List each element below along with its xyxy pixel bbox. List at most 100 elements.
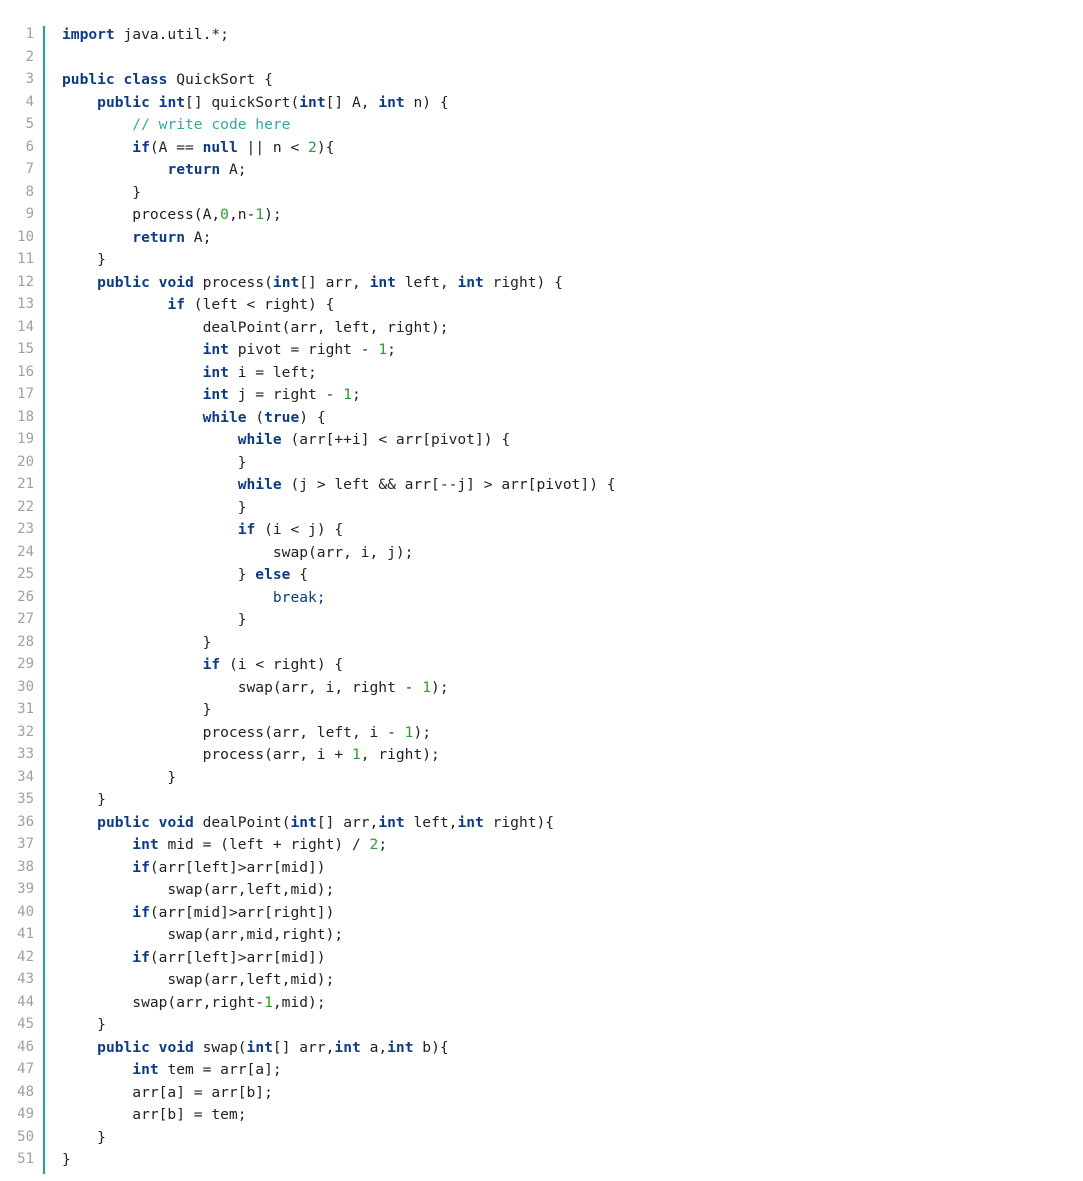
line-number: 34	[17, 768, 34, 785]
code-line: if(arr[left]>arr[mid])	[132, 858, 326, 876]
code-line: int mid = (left + right) / 2;	[132, 836, 388, 853]
line-number: 20	[17, 453, 34, 470]
line-number: 21	[17, 476, 34, 492]
line-number: 15	[17, 341, 34, 357]
line-number: 46	[17, 1038, 34, 1055]
code-line: return A;	[167, 161, 247, 178]
code-line: process(arr, left, i - 1);	[62, 723, 432, 741]
line-number: 39	[17, 881, 34, 897]
code-line: }	[62, 611, 247, 628]
line-number: 6	[25, 138, 34, 155]
code-line: }	[62, 1128, 106, 1146]
line-number: 28	[17, 633, 34, 650]
line-number: 44	[17, 993, 34, 1010]
line-number: 37	[17, 836, 34, 852]
line-number: 11	[17, 251, 34, 267]
code-line: // write code here	[132, 116, 291, 133]
code-line: public int[] quickSort(int[] A, int n) {	[97, 93, 449, 111]
code-line: arr[a] = arr[b];	[62, 1083, 273, 1101]
line-number: 41	[17, 926, 34, 942]
line-number: 27	[17, 611, 34, 627]
code-line: } else {	[62, 566, 309, 583]
code-line: int pivot = right - 1;	[202, 341, 396, 358]
line-number: 36	[17, 813, 34, 830]
code-line: process(A,0,n-1);	[62, 206, 282, 223]
line-number: 24	[17, 543, 34, 560]
line-number: 10	[17, 228, 34, 245]
code-line: }	[62, 251, 106, 268]
code-line: }	[62, 791, 106, 808]
line-number: 25	[17, 566, 34, 582]
line-number: 4	[25, 93, 34, 110]
code-line: public void dealPoint(int[] arr,int left…	[97, 813, 555, 831]
code-line: swap(arr,left,mid);	[62, 881, 335, 898]
line-number: 5	[25, 116, 34, 132]
code-line: }	[62, 633, 212, 651]
line-number: 45	[17, 1016, 34, 1032]
code-line: while (arr[++i] < arr[pivot]) {	[237, 431, 511, 448]
line-number-gutter: 1 2 3 4 5 6 7 8 9 10 11 12 13 14 15 16 17 18 19 20 21 22 23 24 2…	[0, 26, 45, 1174]
line-number: 1	[25, 26, 34, 42]
code-line: if(arr[left]>arr[mid])	[132, 948, 326, 966]
code-line: dealPoint(arr, left, right);	[62, 318, 449, 336]
code-line: if (i < right) {	[202, 656, 344, 673]
code-editor[interactable]: 1 2 3 4 5 6 7 8 9 10 11 12 13 14 15 16 17 18 19 20 21 22 23 24 2…	[0, 26, 616, 1174]
line-number: 16	[17, 363, 34, 380]
code-line: if(A == null || n < 2){	[132, 138, 335, 156]
code-line: swap(arr, i, right - 1);	[62, 678, 449, 696]
code-line: }	[62, 453, 247, 471]
code-line: process(arr, i + 1, right);	[62, 746, 440, 763]
code-line: if (i < j) {	[237, 521, 344, 538]
line-number: 8	[25, 183, 34, 200]
code-line: while (j > left && arr[--j] > arr[pivot]…	[237, 476, 616, 493]
line-number: 35	[17, 791, 34, 807]
line-number: 48	[17, 1083, 34, 1100]
code-line: if(arr[mid]>arr[right])	[132, 903, 335, 921]
line-number: 31	[17, 701, 34, 717]
code-line: }	[62, 768, 177, 786]
line-number: 9	[25, 206, 34, 222]
code-line: }	[62, 183, 142, 201]
line-number: 38	[17, 858, 34, 875]
code-line: swap(arr,left,mid);	[62, 971, 335, 988]
line-number: 51	[17, 1151, 34, 1167]
code-line: int i = left;	[202, 363, 317, 381]
code-line: int j = right - 1;	[202, 386, 361, 403]
code-line: swap(arr,right-1,mid);	[62, 993, 326, 1011]
code-line: return A;	[132, 228, 212, 246]
line-number: 30	[17, 678, 34, 695]
line-number: 33	[17, 746, 34, 762]
line-number: 14	[17, 318, 34, 335]
line-number: 47	[17, 1061, 34, 1077]
code-line: import java.util.*;	[62, 26, 229, 43]
line-number: 43	[17, 971, 34, 987]
code-line: while (true) {	[202, 408, 326, 426]
code-line: swap(arr,mid,right);	[62, 926, 344, 943]
line-number: 3	[25, 71, 34, 87]
line-number: 7	[25, 161, 34, 177]
code-line: break;	[62, 588, 326, 606]
line-number: 19	[17, 431, 34, 447]
code-area[interactable]: import java.util.*; public class QuickSor…	[45, 26, 616, 1174]
line-number: 42	[17, 948, 34, 965]
line-number: 50	[17, 1128, 34, 1145]
code-line: public class QuickSort {	[62, 71, 273, 88]
line-number: 32	[17, 723, 34, 740]
code-line: public void process(int[] arr, int left,…	[97, 273, 563, 291]
line-number: 23	[17, 521, 34, 537]
line-number: 12	[17, 273, 34, 290]
code-line: int tem = arr[a];	[132, 1061, 282, 1078]
line-number: 2	[25, 48, 34, 65]
code-line: swap(arr, i, j);	[62, 543, 414, 561]
line-number: 22	[17, 498, 34, 515]
code-line: }	[62, 1151, 71, 1168]
code-line: }	[62, 701, 212, 718]
code-line: }	[62, 498, 247, 516]
code-line: }	[62, 1016, 106, 1033]
code-line: arr[b] = tem;	[62, 1106, 247, 1123]
line-number: 49	[17, 1106, 34, 1122]
line-number: 29	[17, 656, 34, 672]
line-number: 13	[17, 296, 34, 312]
code-line: if (left < right) {	[167, 296, 335, 313]
